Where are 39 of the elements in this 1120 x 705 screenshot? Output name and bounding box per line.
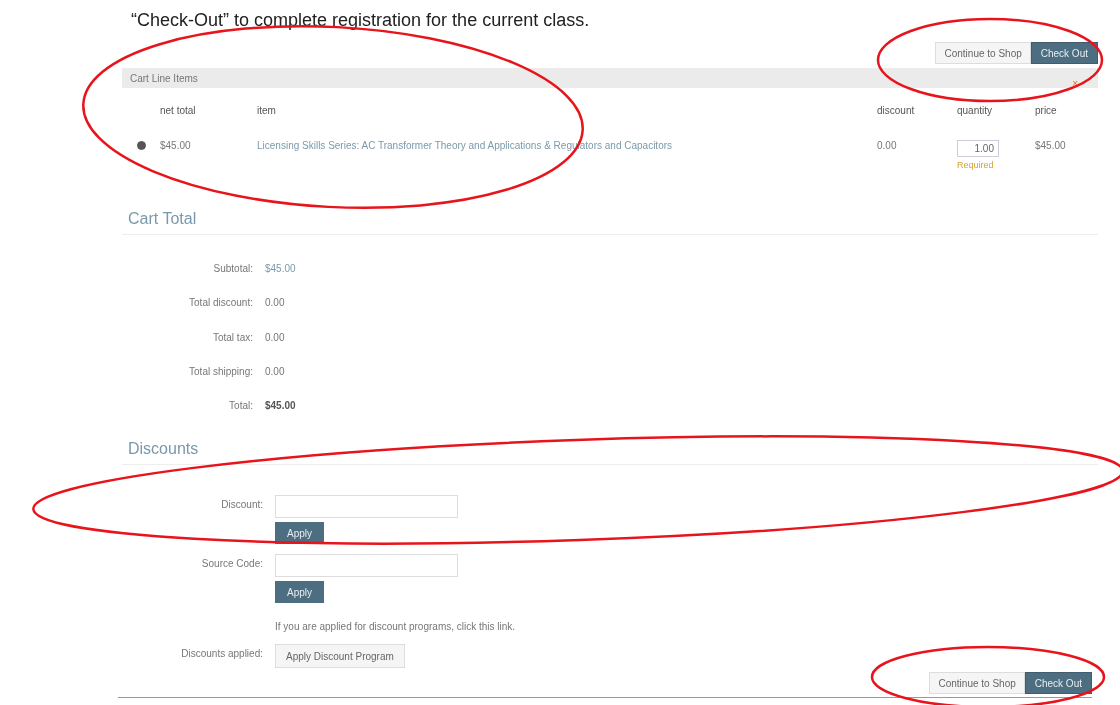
total-value: 0.00 (265, 365, 286, 379)
total-label: Subtotal: (212, 263, 254, 276)
remove-icon[interactable]: × (1072, 79, 1078, 89)
field-label: Discount: (220, 498, 263, 513)
apply-discount-program-button[interactable]: Apply Discount Program (275, 644, 405, 669)
discount-program-text: If you are applied for discount programs, click this link. (275, 620, 517, 635)
section-heading: Discounts (122, 440, 1098, 466)
check-out-button[interactable]: Check Out (1030, 42, 1098, 64)
required-text: Required (957, 160, 994, 170)
total-value: 0.00 (265, 297, 286, 311)
field-label: Source Code: (200, 557, 263, 572)
quantity-field[interactable]: 1.00 (957, 140, 999, 157)
column-header: quantity (957, 104, 994, 116)
column-header: price (1035, 104, 1058, 116)
column-header: net total (160, 104, 197, 116)
field-label: Discounts applied: (180, 647, 263, 662)
apply-button[interactable]: Apply (275, 522, 324, 545)
column-header: discount (877, 104, 916, 116)
column-header: item (257, 104, 277, 116)
input-field[interactable] (275, 554, 458, 578)
table-cell-text: 0.00 (877, 140, 898, 151)
table-cell-text: $45.00 (160, 140, 192, 151)
continue-shopping-button[interactable]: Continue to Shop (935, 42, 1031, 64)
input-field[interactable] (275, 495, 458, 519)
radio-button[interactable] (137, 141, 146, 150)
continue-shopping-button[interactable]: Continue to Shop (929, 672, 1025, 695)
section-title: Cart Line Items (130, 72, 198, 84)
total-value: 0.00 (265, 331, 286, 345)
total-value: $45.00 (265, 400, 297, 414)
total-label: Total: (228, 400, 254, 414)
apply-button[interactable]: Apply (275, 581, 324, 604)
total-value: $45.00 (265, 263, 297, 276)
check-out-button[interactable]: Check Out (1024, 672, 1092, 695)
instruction-text: “Check-Out” to complete registration for the current class. (130, 9, 591, 32)
table-cell-text: $45.00 (1035, 140, 1067, 151)
total-label: Total discount: (188, 297, 254, 311)
section-heading: Cart Total (122, 210, 1098, 235)
total-label: Total tax: (211, 331, 254, 345)
total-label: Total shipping: (188, 365, 254, 379)
